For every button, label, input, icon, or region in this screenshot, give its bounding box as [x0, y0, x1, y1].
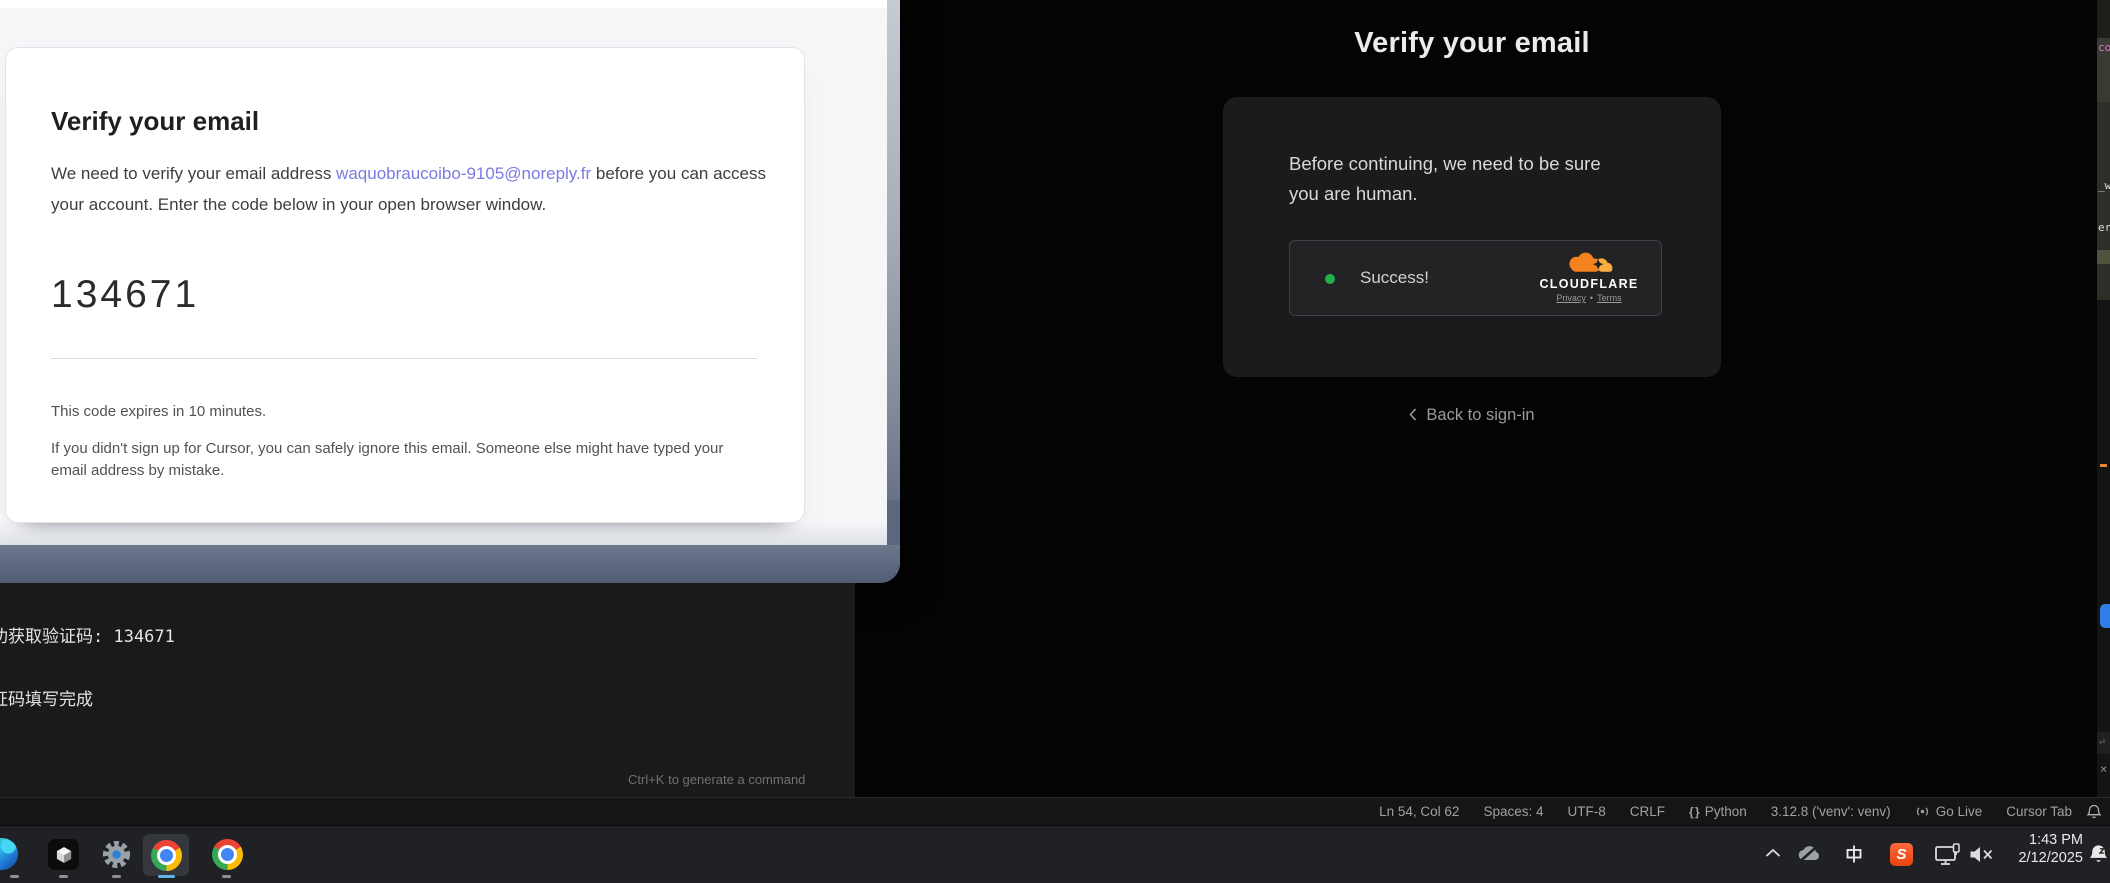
back-link-label: Back to sign-in: [1426, 406, 1534, 424]
turnstile-legal-links: Privacy • Terms: [1556, 293, 1621, 303]
terminal-line: [0, 751, 219, 774]
success-dot-icon: [1325, 274, 1335, 284]
minimap-text-fragment: _w: [2098, 180, 2110, 192]
cursor-tab-indicator[interactable]: Cursor Tab: [1994, 798, 2084, 825]
running-indicator: [112, 875, 121, 878]
back-to-sign-in-link[interactable]: Back to sign-in: [1223, 406, 1721, 425]
minimap-selection-block: [2097, 250, 2110, 264]
chrome-icon: [212, 839, 243, 870]
sogou-input-tray-icon[interactable]: S: [1890, 843, 1913, 866]
language-label: Python: [1705, 804, 1747, 819]
email-toolbar-edge: [0, 0, 887, 8]
cursor-position-indicator[interactable]: Ln 54, Col 62: [1367, 798, 1471, 825]
cloudflare-logo-icon: [1564, 252, 1614, 279]
cloudflare-branding: CLOUDFLARE Privacy • Terms: [1529, 252, 1649, 303]
show-hidden-icons-button[interactable]: [1765, 848, 1781, 858]
page-bottom-fade: [0, 522, 887, 546]
bell-z-icon: [2087, 843, 2110, 866]
gear-icon: [101, 839, 132, 870]
go-live-button[interactable]: Go Live: [1903, 798, 1995, 825]
onedrive-tray-icon[interactable]: [1797, 844, 1823, 863]
editor-status-bar: Ln 54, Col 62 Spaces: 4 UTF-8 CRLF { } P…: [0, 797, 2110, 825]
braces-icon: { }: [1689, 805, 1699, 819]
indentation-indicator[interactable]: Spaces: 4: [1471, 798, 1555, 825]
chevron-up-icon: [1765, 848, 1781, 858]
minimap-orange-tick: [2100, 464, 2107, 467]
status-bar-right-group: Ln 54, Col 62 Spaces: 4 UTF-8 CRLF { } P…: [1367, 798, 2110, 825]
ime-chinese-icon: [1845, 845, 1863, 863]
language-mode-indicator[interactable]: { } Python: [1677, 798, 1759, 825]
close-x-fragment[interactable]: ×: [2100, 762, 2107, 776]
email-body-text: We need to verify your email address: [51, 164, 336, 183]
python-interpreter-indicator[interactable]: 3.12.8 ('venv': venv): [1759, 798, 1903, 825]
chrome-second-instance[interactable]: [212, 839, 243, 870]
terminal-output: 功获取验证码: 134671 证码填写完成 在处理 Turnstile 验证..…: [0, 586, 219, 797]
terms-link[interactable]: Terms: [1597, 293, 1622, 303]
divider: [51, 358, 757, 359]
terminal-ctrl-k-hint: Ctrl+K to generate a command: [628, 772, 805, 787]
edge-browser-icon[interactable]: [0, 838, 18, 870]
active-running-indicator: [158, 875, 175, 878]
email-scrollbar[interactable]: [887, 0, 900, 500]
terminal-line: 功获取验证码: 134671: [0, 626, 219, 649]
bell-icon: [2086, 804, 2102, 820]
email-client-window: Verify your email We need to verify your…: [0, 0, 900, 583]
human-check-text: Before continuing, we need to be sure yo…: [1289, 149, 1629, 209]
minimap-segment: [2097, 0, 2110, 38]
running-indicator: [222, 875, 231, 878]
chrome-icon: [151, 840, 182, 871]
verification-code: 134671: [51, 273, 199, 317]
human-check-card: Before continuing, we need to be sure yo…: [1223, 97, 1721, 377]
minimap-text-fragment: er: [2098, 222, 2110, 234]
email-window-bottom-frame: [0, 545, 900, 583]
ime-indicator[interactable]: [1845, 845, 1863, 863]
monitor-plug-icon: [1935, 843, 1961, 866]
chrome-active-app[interactable]: [143, 834, 189, 876]
cloudflare-wordmark: CLOUDFLARE: [1539, 277, 1638, 291]
broadcast-icon: [1915, 805, 1930, 818]
browser-verification-page: Verify your email Before continuing, we …: [855, 0, 2097, 797]
editor-minimap-strip: co _w er ⏎ ×: [2097, 0, 2110, 797]
encoding-indicator[interactable]: UTF-8: [1555, 798, 1617, 825]
sogou-letter: S: [1896, 846, 1906, 863]
email-message-card: Verify your email We need to verify your…: [5, 47, 805, 523]
email-page-background: Verify your email We need to verify your…: [0, 0, 887, 546]
page-title: Verify your email: [1223, 27, 1721, 60]
email-address-link[interactable]: waquobraucoibo-9105@noreply.fr: [336, 164, 591, 183]
desktop-screen: Verify your email Before continuing, we …: [0, 0, 2110, 883]
email-body-paragraph: We need to verify your email address waq…: [51, 158, 766, 220]
notification-center-button[interactable]: [2087, 843, 2110, 866]
running-indicator: [10, 875, 19, 878]
email-heading: Verify your email: [51, 106, 259, 137]
settings-app-icon[interactable]: [101, 839, 132, 870]
terminal-line: 证码填写完成: [0, 689, 219, 712]
turnstile-status: Success!: [1360, 268, 1429, 288]
volume-tray-icon[interactable]: [1969, 846, 1994, 863]
chevron-left-icon: [1409, 408, 1417, 421]
speaker-muted-icon: [1969, 846, 1994, 863]
clock-date: 2/12/2025: [2018, 850, 2083, 868]
go-live-label: Go Live: [1936, 804, 1983, 819]
cloudflare-turnstile-widget[interactable]: Success! CLOU: [1289, 240, 1662, 316]
blue-button-fragment[interactable]: [2100, 604, 2110, 628]
notifications-bell-button[interactable]: [2084, 798, 2110, 825]
running-indicator: [59, 875, 68, 878]
link-separator: •: [1590, 293, 1593, 303]
code-expiry-note: This code expires in 10 minutes.: [51, 403, 266, 420]
terminal-panel[interactable]: 功获取验证码: 134671 证码填写完成 在处理 Turnstile 验证..…: [0, 583, 855, 797]
cloud-offline-icon: [1797, 844, 1823, 863]
cube-icon: [54, 845, 74, 865]
cursor-app-icon[interactable]: [48, 839, 79, 870]
eol-indicator[interactable]: CRLF: [1618, 798, 1677, 825]
taskbar-clock[interactable]: 1:43 PM 2/12/2025: [2018, 832, 2083, 867]
minimap-text-fragment: co: [2098, 42, 2110, 54]
enter-key-icon: ⏎: [2099, 737, 2105, 748]
clock-time: 1:43 PM: [2018, 832, 2083, 850]
windows-taskbar: S 1:43 PM 2/12/2025: [0, 825, 2110, 883]
minimap-segment: [2097, 102, 2110, 300]
privacy-link[interactable]: Privacy: [1556, 293, 1586, 303]
email-disclaimer: If you didn't sign up for Cursor, you ca…: [51, 438, 757, 482]
display-cast-tray-icon[interactable]: [1935, 843, 1961, 866]
